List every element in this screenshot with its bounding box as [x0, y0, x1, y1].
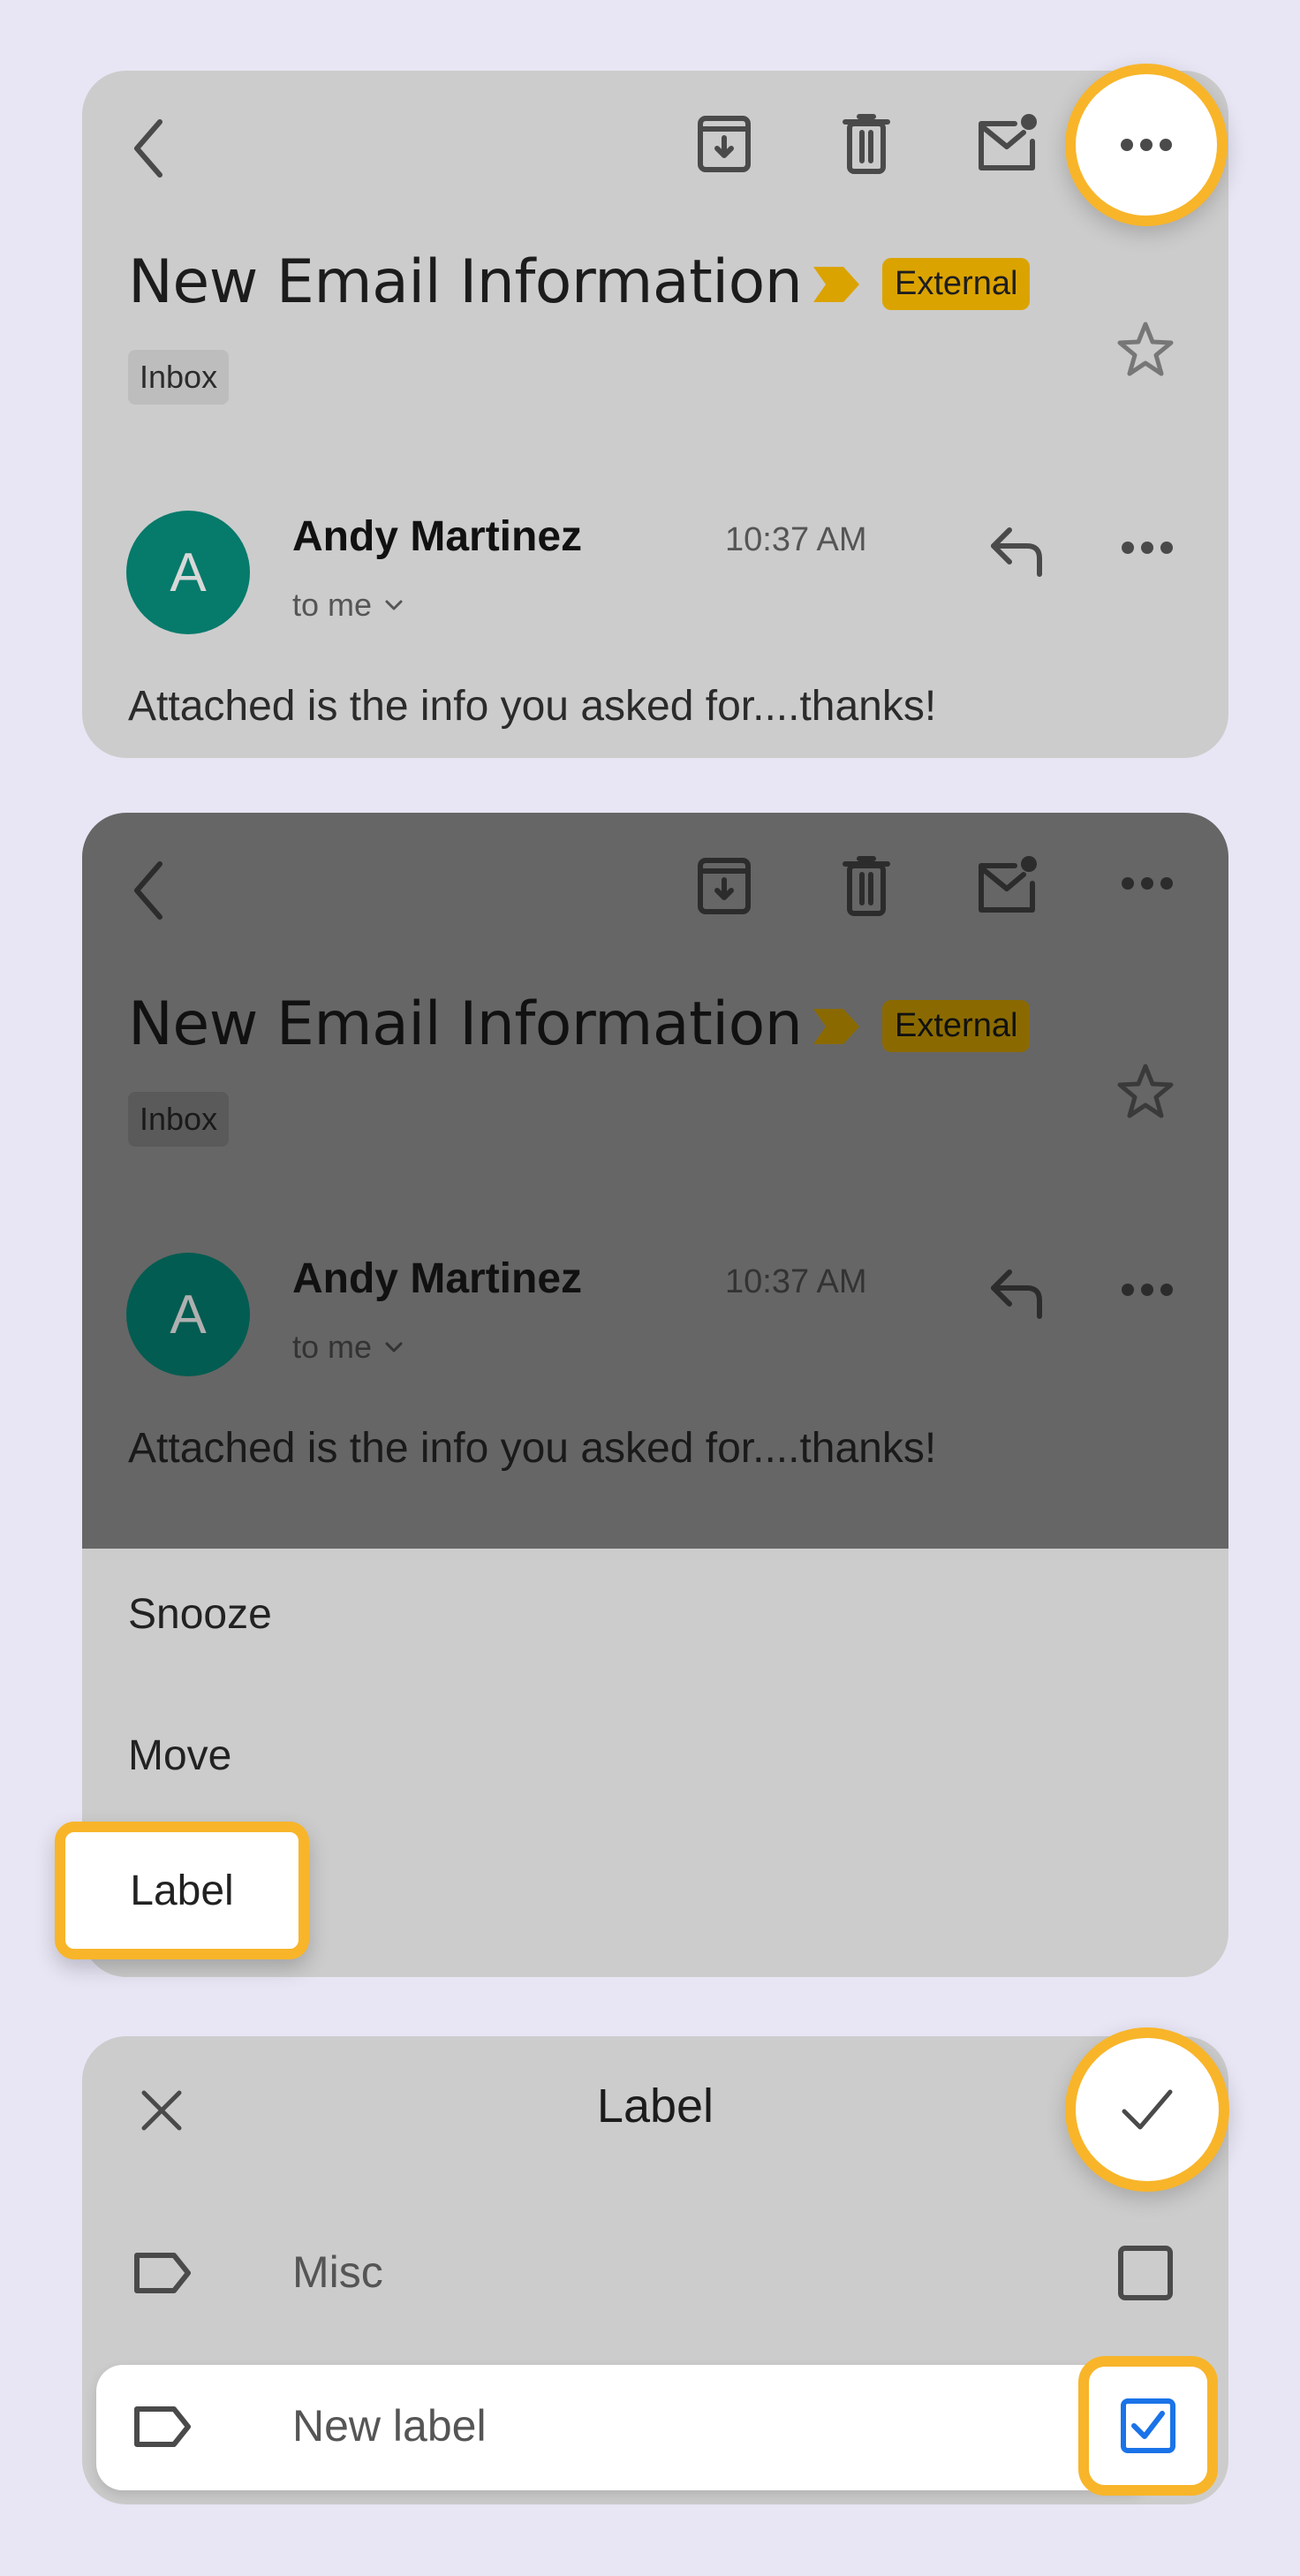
external-badge: External: [882, 1000, 1031, 1052]
star-button[interactable]: [1115, 320, 1175, 378]
back-icon: [134, 119, 162, 178]
delete-button[interactable]: [840, 111, 893, 175]
importance-marker-icon: [812, 1007, 861, 1046]
delete-button: [840, 853, 893, 917]
label-row-misc[interactable]: Misc: [82, 2213, 1228, 2337]
email-time: 10:37 AM: [725, 521, 867, 558]
more-options-button[interactable]: [1065, 64, 1228, 226]
chevron-down-icon: [385, 600, 403, 610]
reply-icon: [991, 527, 1042, 577]
email-subject: New Email Information: [128, 989, 803, 1059]
importance-marker-icon: [812, 265, 861, 304]
delete-icon: [843, 114, 890, 174]
email-body: Attached is the info you asked for....th…: [128, 683, 937, 730]
message-more-button[interactable]: [1121, 539, 1174, 557]
star-button: [1115, 1062, 1175, 1120]
back-button[interactable]: [126, 113, 170, 184]
menu-item-move[interactable]: Move: [128, 1731, 231, 1780]
reply-button: [988, 1267, 1047, 1320]
misc-checkbox[interactable]: [1117, 2245, 1174, 2301]
label-tag-icon: [132, 2404, 193, 2450]
star-icon: [1117, 1064, 1174, 1118]
more-options-icon: [1122, 1284, 1173, 1296]
checkbox-checked-icon: [1121, 2398, 1175, 2453]
sender-name: Andy Martinez: [292, 513, 583, 560]
sender-name: Andy Martinez: [292, 1255, 583, 1302]
message-more-button: [1121, 1281, 1174, 1299]
checkbox-unchecked-icon: [1118, 2246, 1173, 2300]
label-name: New label: [292, 2401, 487, 2451]
archive-icon: [698, 116, 751, 172]
label-sheet-title: Label: [596, 2080, 714, 2133]
email-options-card: New Email Information External Inbox A A…: [82, 813, 1228, 1977]
check-icon: [1122, 2089, 1173, 2130]
menu-item-snooze[interactable]: Snooze: [128, 1590, 272, 1639]
dimmed-email-overlay[interactable]: New Email Information External Inbox A A…: [82, 813, 1228, 1549]
mark-unread-icon: [979, 114, 1037, 170]
label-row-new-label[interactable]: New label: [96, 2365, 1138, 2490]
recipient-text: to me: [292, 1329, 373, 1365]
recipient-toggle[interactable]: to me: [292, 587, 404, 624]
external-badge: External: [882, 258, 1031, 310]
label-sheet: Label Misc New label: [82, 2027, 1229, 2504]
reply-button[interactable]: [988, 525, 1047, 578]
label-name: Misc: [292, 2247, 383, 2297]
email-time: 10:37 AM: [725, 1263, 867, 1300]
email-body: Attached is the info you asked for....th…: [128, 1425, 937, 1472]
back-icon: [134, 861, 162, 920]
email-view-card: New Email Information External Inbox A A…: [82, 64, 1228, 758]
new-label-checkbox[interactable]: [1078, 2356, 1218, 2496]
chevron-down-icon: [385, 1342, 403, 1352]
sender-avatar[interactable]: A: [126, 511, 250, 634]
more-options-icon: [1122, 542, 1173, 554]
archive-button[interactable]: [696, 113, 752, 175]
mark-unread-button[interactable]: [974, 111, 1041, 175]
archive-button: [696, 855, 752, 917]
menu-item-label[interactable]: Label: [55, 1822, 309, 1959]
inbox-chip[interactable]: Inbox: [128, 350, 230, 405]
sender-avatar: A: [126, 1253, 250, 1376]
delete-icon: [843, 856, 890, 916]
archive-icon: [698, 858, 751, 914]
recipient-toggle: to me: [292, 1329, 404, 1366]
email-subject: New Email Information: [128, 247, 803, 317]
inbox-chip: Inbox: [128, 1092, 230, 1147]
reply-icon: [991, 1269, 1042, 1319]
mark-unread-button: [974, 853, 1041, 917]
menu-item-label-text: Label: [130, 1867, 234, 1914]
label-tag-icon: [132, 2250, 193, 2296]
more-options-button: [1121, 875, 1174, 892]
more-options-icon: [1121, 139, 1172, 151]
mark-unread-icon: [979, 856, 1037, 913]
confirm-button[interactable]: [1065, 2027, 1229, 2192]
back-button: [126, 855, 170, 926]
recipient-text: to me: [292, 587, 373, 623]
more-options-icon: [1122, 877, 1173, 890]
star-icon: [1117, 322, 1174, 376]
